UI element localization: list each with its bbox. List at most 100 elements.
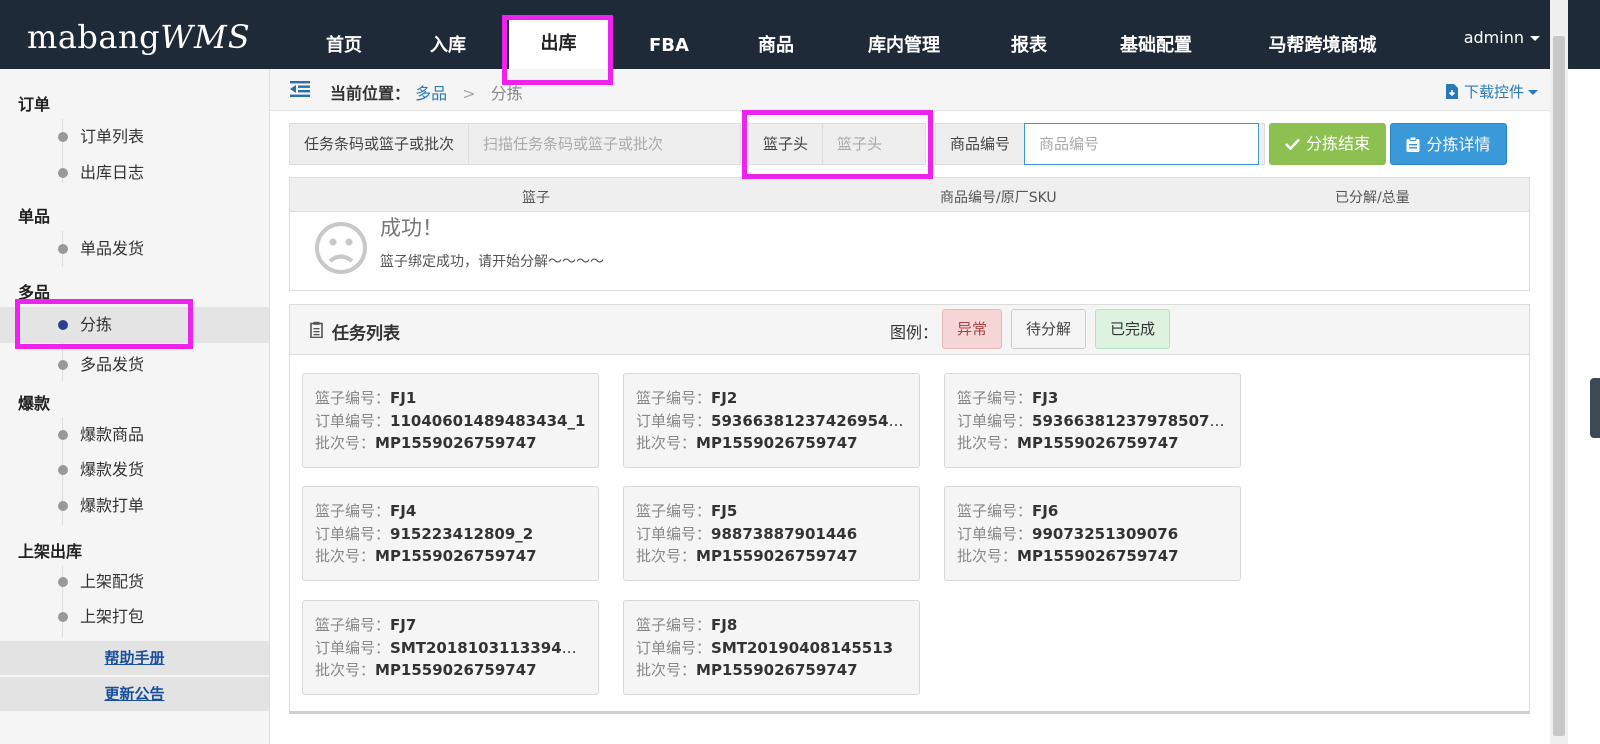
nav-item-home[interactable]: 首页 bbox=[318, 22, 370, 70]
column-basket: 篮子 bbox=[522, 190, 550, 206]
clipboard-icon bbox=[1406, 136, 1420, 152]
sidebar-item-shelf-packing[interactable]: 上架打包 bbox=[0, 599, 269, 635]
basket-head-input[interactable] bbox=[823, 124, 924, 164]
file-download-icon bbox=[1445, 84, 1458, 99]
nav-item-warehouse-mgmt[interactable]: 库内管理 bbox=[858, 22, 950, 70]
card-order-number-value: 99073251309076 bbox=[1032, 524, 1179, 543]
card-basket-number-value: FJ2 bbox=[711, 389, 738, 407]
sidebar: 订单 订单列表 出库日志 单品 单品发货 多品 分拣 多品发货 爆款 爆款商品 … bbox=[0, 69, 270, 744]
card-order-number: 订单编号：11040601489483434_1 bbox=[315, 410, 586, 433]
update-notice-link[interactable]: 更新公告 bbox=[104, 685, 164, 703]
page-scrollbar[interactable] bbox=[1550, 0, 1568, 744]
card-order-number-value: 5936638123742695414... bbox=[711, 411, 907, 430]
nav-item-inbound[interactable]: 入库 bbox=[422, 22, 474, 70]
help-manual-link[interactable]: 帮助手册 bbox=[104, 649, 164, 667]
card-batch-number-value: MP1559026759747 bbox=[375, 547, 537, 565]
result-title: 成功！ bbox=[380, 216, 443, 240]
download-plugin-button[interactable]: 下载控件 bbox=[1445, 81, 1538, 102]
card-batch-number: 批次号：MP1559026759747 bbox=[636, 659, 907, 682]
card-basket-number-label: 篮子编号： bbox=[315, 616, 391, 634]
nav-item-fba[interactable]: FBA bbox=[640, 22, 698, 70]
card-order-number-label: 订单编号： bbox=[315, 411, 391, 430]
finish-sorting-button[interactable]: 分拣结束 bbox=[1269, 123, 1386, 165]
card-order-number: 订单编号：SMT20190408145513 bbox=[636, 637, 907, 660]
sidebar-item-hot-products[interactable]: 爆款商品 bbox=[0, 417, 269, 453]
card-batch-number-label: 批次号： bbox=[636, 434, 697, 452]
card-batch-number-label: 批次号： bbox=[315, 547, 376, 565]
side-panel-handle[interactable] bbox=[1590, 378, 1600, 438]
task-barcode-input[interactable] bbox=[469, 124, 730, 164]
bullet-icon bbox=[58, 360, 68, 370]
nav-item-mall[interactable]: 马帮跨境商城 bbox=[1255, 22, 1390, 70]
sidebar-group-single: 单品 bbox=[18, 207, 51, 226]
sidebar-item-hot-print[interactable]: 爆款打单 bbox=[0, 488, 269, 524]
sidebar-group-shelf: 上架出库 bbox=[18, 542, 83, 561]
user-menu[interactable]: adminn bbox=[1464, 28, 1540, 47]
card-batch-number-value: MP1559026759747 bbox=[696, 434, 858, 452]
sorting-detail-button[interactable]: 分拣详情 bbox=[1390, 123, 1507, 165]
card-order-number: 订单编号：915223412809_2 bbox=[315, 523, 586, 546]
card-batch-number-value: MP1559026759747 bbox=[696, 547, 858, 565]
task-card[interactable]: 篮子编号：FJ6 订单编号：99073251309076 批次号：MP1559026… bbox=[944, 486, 1241, 581]
card-basket-number-label: 篮子编号： bbox=[957, 389, 1033, 407]
task-card[interactable]: 篮子编号：FJ4 订单编号：915223412809_2 批次号：MP1559026… bbox=[302, 486, 599, 581]
card-basket-number: 篮子编号：FJ2 bbox=[636, 387, 907, 410]
card-order-number-value: SMT20181031133949_12 bbox=[390, 638, 586, 657]
card-batch-number-value: MP1559026759747 bbox=[1017, 434, 1179, 452]
task-card[interactable]: 篮子编号：FJ5 订单编号：98873887901446 批次号：MP1559026… bbox=[623, 486, 920, 581]
card-batch-number-label: 批次号： bbox=[315, 661, 376, 679]
bullet-icon bbox=[58, 168, 68, 178]
app-logo[interactable]: mabangWMS bbox=[27, 18, 251, 56]
card-basket-number-value: FJ6 bbox=[1032, 502, 1059, 520]
nav-item-products[interactable]: 商品 bbox=[750, 22, 802, 70]
sidebar-item-sorting[interactable]: 分拣 bbox=[0, 307, 269, 343]
bullet-icon bbox=[58, 465, 68, 475]
bullet-icon bbox=[58, 430, 68, 440]
task-card[interactable]: 篮子编号：FJ2 订单编号：5936638123742695414... 批次号：M… bbox=[623, 373, 920, 468]
task-list-title: 任务列表 bbox=[332, 324, 400, 344]
bullet-icon bbox=[58, 132, 68, 142]
sidebar-toggle-icon[interactable] bbox=[290, 81, 310, 101]
card-order-number-label: 订单编号： bbox=[636, 411, 712, 430]
nav-item-reports[interactable]: 报表 bbox=[1003, 22, 1055, 70]
card-batch-number: 批次号：MP1559026759747 bbox=[315, 545, 586, 568]
sidebar-group-hot: 爆款 bbox=[18, 394, 51, 413]
task-card[interactable]: 篮子编号：FJ8 订单编号：SMT20190408145513 批次号：MP1559… bbox=[623, 600, 920, 695]
sidebar-group-order: 订单 bbox=[18, 95, 51, 114]
card-order-number-label: 订单编号： bbox=[315, 524, 391, 543]
sidebar-item-shelf-picking[interactable]: 上架配货 bbox=[0, 564, 269, 600]
task-card[interactable]: 篮子编号：FJ1 订单编号：11040601489483434_1 批次号：MP15… bbox=[302, 373, 599, 468]
breadcrumb-parent-link[interactable]: 多品 bbox=[415, 84, 447, 103]
card-batch-number: 批次号：MP1559026759747 bbox=[957, 545, 1228, 568]
result-text: 篮子绑定成功，请开始分解～～～～ bbox=[380, 254, 604, 270]
card-order-number-value: SMT20190408145513 bbox=[711, 638, 894, 657]
sidebar-item-hot-ship[interactable]: 爆款发货 bbox=[0, 452, 269, 488]
card-basket-number: 篮子编号：FJ7 bbox=[315, 614, 586, 637]
card-batch-number-label: 批次号： bbox=[315, 434, 376, 452]
chevron-down-icon bbox=[1528, 90, 1538, 95]
product-code-input[interactable] bbox=[1024, 123, 1260, 165]
card-batch-number-value: MP1559026759747 bbox=[1017, 547, 1179, 565]
card-order-number-value: 98873887901446 bbox=[711, 524, 858, 543]
card-order-number-label: 订单编号： bbox=[957, 411, 1033, 430]
card-basket-number-value: FJ3 bbox=[1032, 389, 1059, 407]
nav-item-basic-config[interactable]: 基础配置 bbox=[1110, 22, 1202, 70]
card-batch-number-label: 批次号： bbox=[636, 661, 697, 679]
legend-done: 已完成 bbox=[1095, 309, 1171, 349]
bullet-icon bbox=[58, 320, 68, 330]
card-order-number-label: 订单编号： bbox=[957, 524, 1033, 543]
scrollbar-thumb[interactable] bbox=[1553, 36, 1565, 736]
task-card[interactable]: 篮子编号：FJ7 订单编号：SMT20181031133949_12 批次号：MP1… bbox=[302, 600, 599, 695]
breadcrumb-separator: > bbox=[462, 84, 476, 103]
sidebar-item-order-list[interactable]: 订单列表 bbox=[0, 119, 269, 155]
legend-abnormal: 异常 bbox=[942, 309, 1003, 349]
card-basket-number-value: FJ8 bbox=[711, 616, 738, 634]
sidebar-item-multi-ship[interactable]: 多品发货 bbox=[0, 347, 269, 383]
nav-item-outbound[interactable]: 出库 bbox=[509, 20, 608, 69]
card-basket-number: 篮子编号：FJ3 bbox=[957, 387, 1228, 410]
bullet-icon bbox=[58, 501, 68, 511]
sidebar-item-single-ship[interactable]: 单品发货 bbox=[0, 231, 269, 267]
sidebar-item-outbound-log[interactable]: 出库日志 bbox=[0, 155, 269, 191]
card-order-number: 订单编号：98873887901446 bbox=[636, 523, 907, 546]
task-card[interactable]: 篮子编号：FJ3 订单编号：5936638123797850791... 批次号：M… bbox=[944, 373, 1241, 468]
